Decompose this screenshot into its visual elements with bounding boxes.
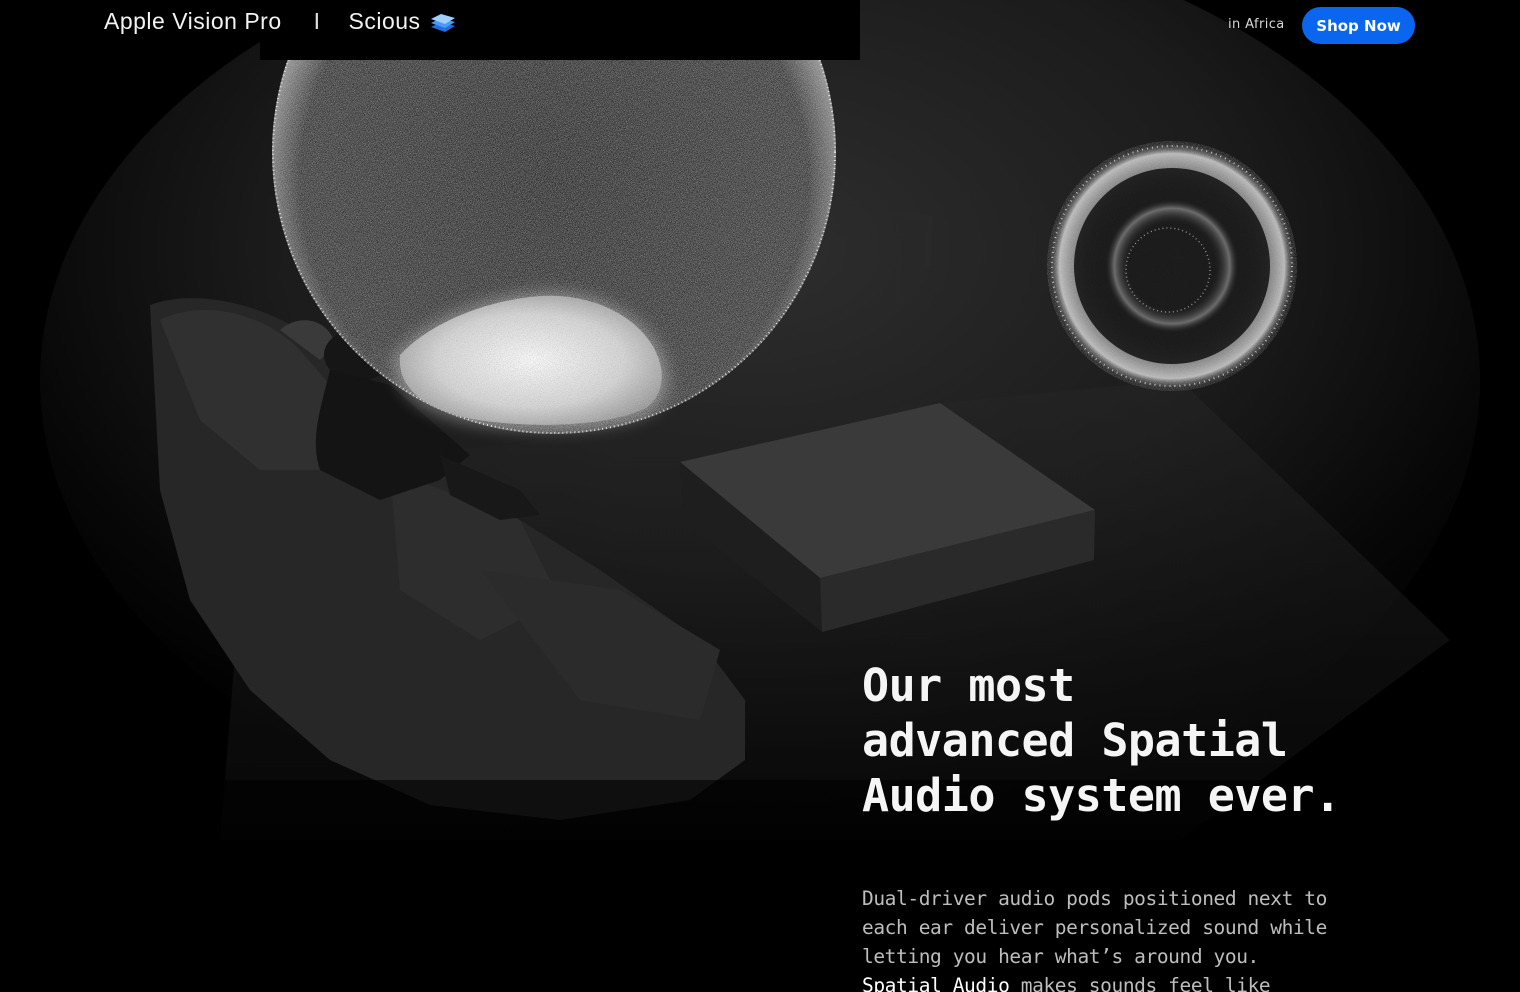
brand-separator: I xyxy=(313,8,321,34)
headline-line: Audio system ever. xyxy=(862,769,1341,822)
audio-ring xyxy=(1047,141,1297,391)
brand[interactable]: Apple Vision Pro I Scious xyxy=(104,8,457,35)
stacked-layers-icon xyxy=(429,12,457,34)
site-header: Apple Vision Pro I Scious in Africa Shop… xyxy=(0,0,1520,52)
region-label: in Africa xyxy=(1228,17,1285,32)
retailer-name: Scious xyxy=(348,8,421,34)
hero-body-copy: Dual-driver audio pods positioned next t… xyxy=(862,884,1332,992)
body-lead: Dual-driver audio pods positioned next t… xyxy=(862,887,1327,968)
body-tail: makes sounds feel like xyxy=(1020,974,1271,992)
hero-headline: Our most advanced Spatial Audio system e… xyxy=(862,658,1422,823)
hero-scene xyxy=(0,0,1520,992)
product-name: Apple Vision Pro xyxy=(104,8,282,34)
headline-line: advanced Spatial xyxy=(862,714,1288,767)
shop-now-button[interactable]: Shop Now xyxy=(1302,7,1415,44)
spatial-audio-link[interactable]: Spatial Audio xyxy=(862,974,1010,992)
headline-line: Our most xyxy=(862,659,1075,712)
